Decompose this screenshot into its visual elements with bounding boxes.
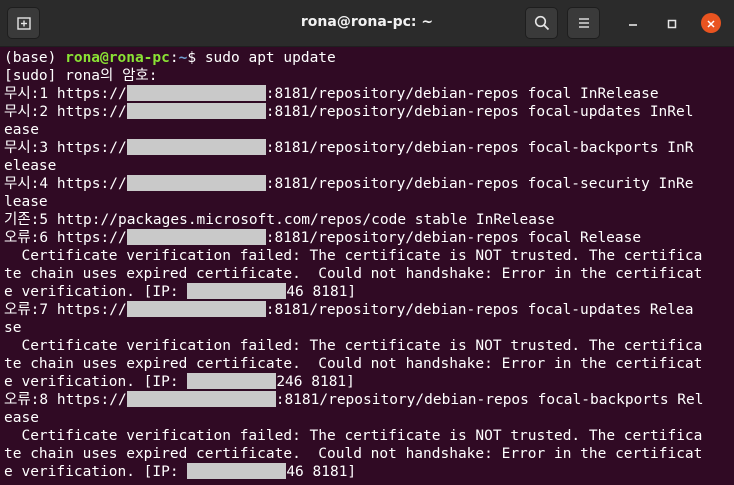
minimize-button[interactable] (623, 13, 643, 33)
output-text: 무시:3 https:// (4, 140, 127, 156)
output-line: te chain uses expired certificate. Could… (4, 445, 734, 463)
output-text: ease (4, 410, 39, 426)
output-line: 오류:7 https:// :8181/repository/debian-rep… (4, 301, 734, 319)
output-line: e verification. [IP: 246 8181] (4, 373, 734, 391)
prompt-symbol: $ (187, 50, 205, 66)
output-text: Certificate verification failed: The cer… (4, 428, 703, 444)
output-text: 무시:1 https:// (4, 86, 127, 102)
search-button[interactable] (525, 7, 558, 39)
redacted-ip (187, 283, 287, 299)
terminal-window: rona@rona-pc: ~ (base) rona@rona-pc:~$ s… (0, 0, 734, 485)
output-line: te chain uses expired certificate. Could… (4, 355, 734, 373)
output-line: elease (4, 157, 734, 175)
output-text: e verification. [IP: (4, 284, 188, 300)
output-text: 오류:6 https:// (4, 230, 127, 246)
maximize-icon (667, 14, 677, 33)
output-text: :8181/repository/debian-repos focal-upda… (265, 104, 694, 120)
redacted-host (126, 103, 266, 119)
output-line: 무시:1 https:// :8181/repository/debian-rep… (4, 85, 734, 103)
redacted-host (126, 391, 276, 407)
redacted-host (126, 85, 266, 101)
output-line: 오류:8 https:// :8181/repository/debian-rep… (4, 391, 734, 409)
prompt-colon: : (169, 50, 179, 66)
minimize-icon (628, 14, 638, 33)
output-text: 오류:7 https:// (4, 302, 127, 318)
output-text: Certificate verification failed: The cer… (4, 248, 703, 264)
output-text: e verification. [IP: (4, 374, 188, 390)
output-text: 46 8181] (286, 464, 357, 480)
output-text: :8181/repository/debian-repos focal-upda… (265, 302, 694, 318)
output-text: elease (4, 158, 57, 174)
output-text: [sudo] rona의 암호: (4, 68, 167, 84)
output-text: lease (4, 194, 48, 210)
output-text: ease (4, 122, 39, 138)
output-line: ease (4, 409, 734, 427)
output-text: se (4, 320, 22, 336)
output-line: te chain uses expired certificate. Could… (4, 265, 734, 283)
title-bar: rona@rona-pc: ~ (0, 0, 734, 47)
output-line: e verification. [IP: 46 8181] (4, 463, 734, 481)
output-text: 246 8181] (276, 374, 355, 390)
output-text: :8181/repository/debian-repos focal-back… (275, 392, 704, 408)
output-line: lease (4, 193, 734, 211)
terminal-output[interactable]: (base) rona@rona-pc:~$ sudo apt update [… (4, 49, 734, 485)
redacted-host (126, 175, 266, 191)
output-line: [sudo] rona의 암호: (4, 67, 734, 85)
redacted-host (126, 139, 266, 155)
output-text: :8181/repository/debian-repos focal Rele… (265, 230, 642, 246)
output-text: e verification. [IP: (4, 464, 188, 480)
output-text: 46 8181] (286, 284, 357, 300)
output-text: 무시:4 https:// (4, 176, 127, 192)
output-line: Certificate verification failed: The cer… (4, 247, 734, 265)
menu-button[interactable] (567, 7, 600, 39)
prompt-user-host: rona@rona-pc (65, 50, 170, 66)
redacted-host (126, 301, 266, 317)
output-text: te chain uses expired certificate. Could… (4, 266, 703, 282)
output-line: 오류:6 https:// :8181/repository/debian-rep… (4, 229, 734, 247)
redacted-ip (187, 463, 287, 479)
output-line: Certificate verification failed: The cer… (4, 427, 734, 445)
output-line: Certificate verification failed: The cer… (4, 337, 734, 355)
prompt-env: (base) (4, 50, 66, 66)
redacted-host (126, 229, 266, 245)
output-line: 기존:5 http://packages.microsoft.com/repos… (4, 211, 734, 229)
output-text: 기존:5 http://packages.microsoft.com/repos… (4, 212, 555, 228)
maximize-button[interactable] (662, 13, 682, 33)
output-line: se (4, 319, 734, 337)
output-text: te chain uses expired certificate. Could… (4, 356, 703, 372)
output-text: :8181/repository/debian-repos focal-back… (265, 140, 694, 156)
prompt-command: sudo apt update (204, 50, 336, 66)
output-line: 무시:2 https:// :8181/repository/debian-rep… (4, 103, 734, 121)
close-icon (706, 14, 716, 33)
hamburger-menu-icon (577, 17, 591, 29)
output-line: 무시:4 https:// :8181/repository/debian-rep… (4, 175, 734, 193)
prompt-line: (base) rona@rona-pc:~$ sudo apt update (4, 49, 734, 67)
redacted-ip (187, 373, 277, 389)
output-line: ease (4, 121, 734, 139)
output-text: 오류:8 https:// (4, 392, 127, 408)
output-line: e verification. [IP: 46 8181] (4, 283, 734, 301)
output-text: te chain uses expired certificate. Could… (4, 446, 703, 462)
output-text: 무시:2 https:// (4, 104, 127, 120)
output-line: 무시:3 https:// :8181/repository/debian-rep… (4, 139, 734, 157)
output-text: :8181/repository/debian-repos focal-secu… (265, 176, 694, 192)
output-text: :8181/repository/debian-repos focal InRe… (265, 86, 659, 102)
output-text: Certificate verification failed: The cer… (4, 338, 703, 354)
close-button[interactable] (701, 13, 721, 33)
search-icon (534, 15, 550, 31)
